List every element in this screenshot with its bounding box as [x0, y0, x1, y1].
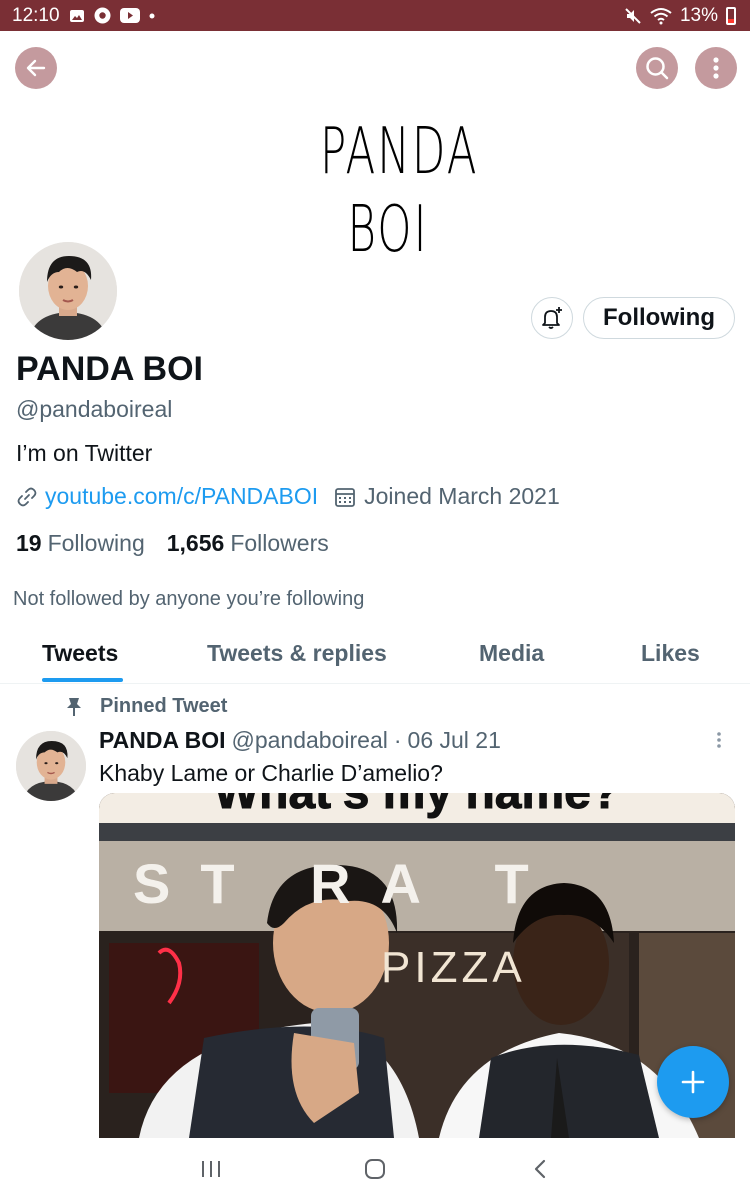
pinned-tweet-label: Pinned Tweet: [100, 695, 228, 717]
tab-tweets-and-replies[interactable]: Tweets & replies: [207, 640, 387, 667]
profile-stats: 19 Following 1,656 Followers: [16, 530, 329, 557]
avatar-photo: [19, 242, 117, 340]
recent-apps-button[interactable]: [193, 1154, 229, 1184]
nav-back-icon: [532, 1158, 548, 1180]
video-sign-text: PIZZA: [381, 943, 526, 992]
banner-logo: PANDA BOI: [320, 113, 479, 269]
following-count: 19: [16, 530, 42, 556]
following-label: Following: [47, 530, 145, 556]
tab-media[interactable]: Media: [479, 640, 544, 667]
tweet-author-avatar[interactable]: [16, 731, 86, 801]
compose-tweet-button[interactable]: [657, 1046, 729, 1118]
home-icon: [363, 1157, 387, 1181]
status-left: 12:10: [12, 5, 155, 27]
tweet-avatar-photo: [16, 731, 86, 801]
android-nav-bar: [0, 1138, 750, 1200]
plus-icon: [680, 1069, 706, 1095]
tweet-text: Khaby Lame or Charlie D’amelio?: [99, 760, 443, 786]
search-icon: [644, 55, 670, 81]
profile-avatar[interactable]: [15, 238, 121, 344]
status-bar: 12:10 13%: [0, 0, 750, 31]
home-button[interactable]: [357, 1154, 393, 1184]
tweet-date[interactable]: 06 Jul 21: [408, 727, 501, 754]
profile-display-name: PANDA BOI: [16, 350, 203, 388]
dot-icon: [149, 13, 155, 19]
video-storefront-text: ST RA T: [133, 852, 559, 915]
profile-joined-date: Joined March 2021: [364, 483, 560, 509]
bell-plus-icon: [539, 305, 565, 331]
back-button[interactable]: [15, 47, 57, 89]
back-icon: [24, 56, 48, 80]
following-count-link[interactable]: 19 Following: [16, 530, 145, 557]
pinned-tweet-label-row: Pinned Tweet: [66, 695, 227, 718]
tweet-separator: ·: [393, 727, 402, 753]
banner-logo-line1: PANDA: [320, 115, 479, 189]
tweet-media-video[interactable]: What’s my name? ST RA T PIZZA: [99, 793, 735, 1138]
following-button[interactable]: Following: [583, 297, 735, 339]
mute-icon: [624, 7, 642, 25]
tab-tweets[interactable]: Tweets: [42, 640, 118, 667]
recent-apps-icon: [200, 1159, 222, 1179]
tweet-author-handle[interactable]: @pandaboireal: [232, 727, 388, 754]
profile-meta-row: youtube.com/c/PANDABOI Joined March 2021: [16, 483, 560, 510]
followers-count: 1,656: [166, 530, 225, 556]
pin-icon: [66, 697, 82, 717]
video-caption-text: What’s my name?: [99, 793, 735, 820]
image-icon: [69, 8, 85, 24]
chrome-icon: [94, 7, 111, 24]
tweet-header: PANDA BOI @pandaboireal · 06 Jul 21: [99, 727, 501, 754]
profile-website-link[interactable]: youtube.com/c/PANDABOI: [45, 483, 318, 510]
followers-label: Followers: [230, 530, 329, 556]
wifi-icon: [650, 7, 672, 25]
profile-bio: I’m on Twitter: [16, 440, 153, 466]
more-vertical-icon: [712, 56, 720, 80]
active-tab-indicator: [42, 678, 123, 682]
status-time: 12:10: [12, 4, 60, 26]
tweet-more-button[interactable]: [716, 731, 722, 749]
nav-back-button[interactable]: [522, 1154, 558, 1184]
profile-handle: @pandaboireal: [16, 396, 173, 422]
tweet-more-icon: [716, 731, 722, 749]
tweet-author-name[interactable]: PANDA BOI: [99, 727, 226, 754]
link-icon: [16, 486, 38, 508]
calendar-icon: [334, 486, 356, 508]
search-button[interactable]: [636, 47, 678, 89]
battery-percent: 13%: [679, 4, 718, 26]
banner-logo-line2: BOI: [347, 193, 429, 268]
status-right: 13%: [624, 5, 736, 27]
not-followed-notice: Not followed by anyone you’re following: [13, 588, 365, 610]
followers-count-link[interactable]: 1,656 Followers: [167, 530, 329, 557]
youtube-icon: [119, 8, 140, 23]
more-options-button[interactable]: [695, 47, 737, 89]
profile-banner: PANDA BOI: [0, 31, 750, 281]
tab-likes[interactable]: Likes: [641, 640, 700, 667]
notifications-bell-button[interactable]: [531, 297, 573, 339]
profile-tabs: Tweets Tweets & replies Media Likes: [0, 628, 750, 684]
battery-icon: [726, 6, 736, 25]
